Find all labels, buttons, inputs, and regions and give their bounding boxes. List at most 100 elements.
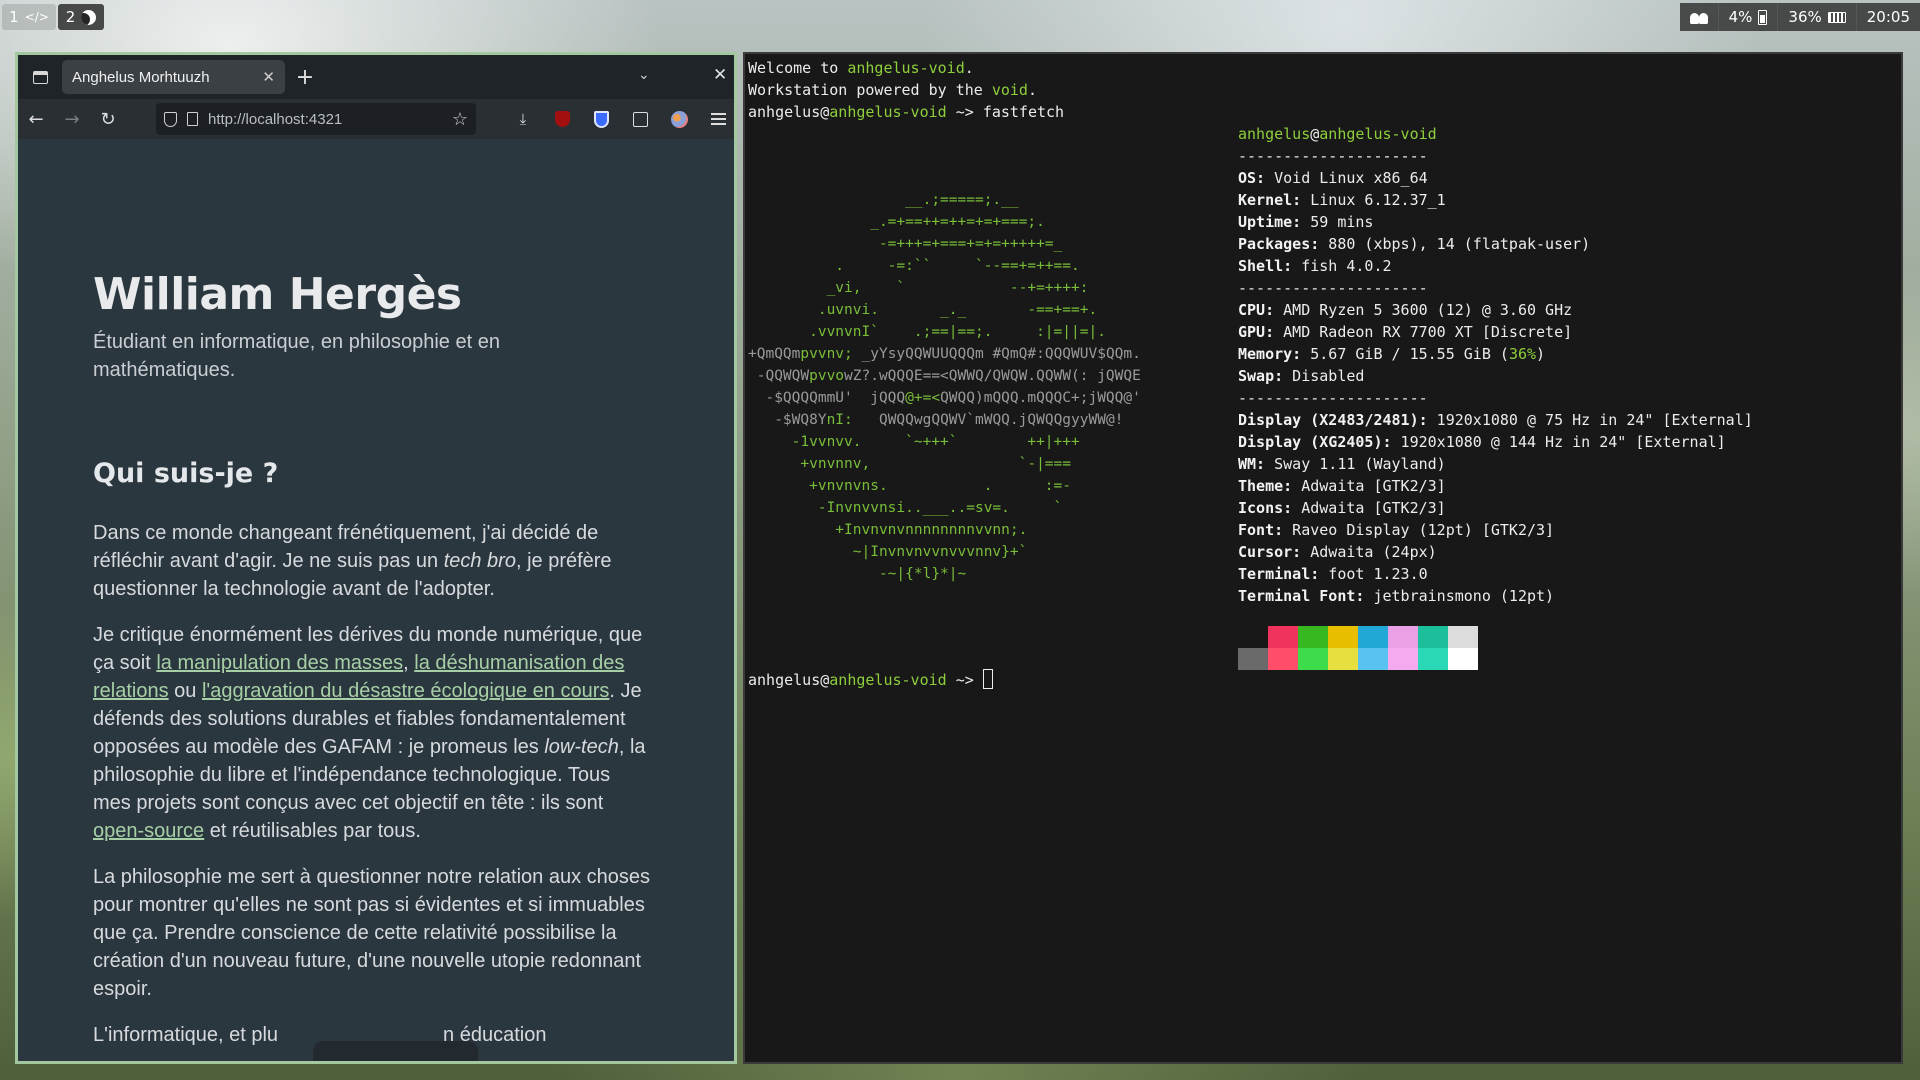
- info-row: Cursor: Adwaita (24px): [1238, 543, 1437, 561]
- logo-line: -1vvnvv. `~+++` ++|+++: [748, 434, 1080, 450]
- tab-active[interactable]: Anghelus Morhtuuzh ✕: [62, 60, 285, 94]
- palette-swatch: [1448, 648, 1478, 670]
- battery-icon: [1758, 9, 1768, 25]
- void-logo-ascii: __.;=====;.__ _.=+==++=++=+=+===;. -=+++…: [748, 189, 1141, 585]
- logo-line: -=+++=+===+=+=+++++=_: [748, 236, 1063, 252]
- logo-line: -~|{*l}*|~: [748, 566, 967, 582]
- palette-swatch: [1388, 626, 1418, 648]
- info-row: Uptime: 59 mins: [1238, 213, 1374, 231]
- section-heading: Qui suis-je ?: [93, 458, 279, 489]
- people-icon: [1689, 10, 1708, 24]
- memory-icon: [1827, 11, 1846, 23]
- shield-icon[interactable]: [164, 111, 177, 127]
- download-icon[interactable]: ⤓: [513, 109, 533, 129]
- logo-line: +vnvnvns. . :=-: [748, 478, 1072, 494]
- info-row: CPU: AMD Ryzen 5 3600 (12) @ 3.60 GHz: [1238, 301, 1573, 319]
- palette-swatch: [1418, 626, 1448, 648]
- reader-toolbar[interactable]: [313, 1041, 478, 1061]
- back-button[interactable]: ←: [18, 109, 54, 130]
- info-separator: ---------------------: [1238, 279, 1428, 297]
- logo-line: . -=:`` `--==+=++==.: [748, 258, 1080, 274]
- close-tab-icon[interactable]: ✕: [262, 68, 275, 86]
- workspace-number: 1: [9, 8, 19, 26]
- palette-swatch: [1328, 626, 1358, 648]
- logo-line: -$QQQQmmU' jQQQ@+=<QWQQ)mQQQ.mQQQC+;jWQQ…: [748, 390, 1141, 406]
- page-subtitle: Étudiant en informatique, en philosophie…: [93, 331, 500, 381]
- link-open-source[interactable]: open-source: [93, 820, 204, 842]
- browser-window: Anghelus Morhtuuzh ✕ + ⌄ ✕ ← → ↻ http://…: [15, 52, 737, 1064]
- palette-swatch: [1298, 648, 1328, 670]
- info-title: anhgelus@anhgelus-void: [1238, 125, 1437, 143]
- logo-line: ~|Invnvnvvnvvvnnv}+`: [748, 544, 1028, 560]
- workspace-1-button[interactable]: 1 </>: [2, 4, 56, 30]
- palette-swatch: [1268, 648, 1298, 670]
- info-separator: ---------------------: [1238, 147, 1428, 165]
- terminal-window[interactable]: Welcome to anhgelus-void. Workstation po…: [743, 52, 1903, 1064]
- account-avatar-icon[interactable]: [669, 109, 689, 129]
- firefox-view-button[interactable]: [18, 55, 62, 99]
- palette-swatch: [1268, 626, 1298, 648]
- workspace-2-button[interactable]: 2: [58, 4, 104, 30]
- fastfetch-info: anhgelus@anhgelus-void ------------------…: [1238, 123, 1753, 607]
- top-bar: 1 </> 2 4% 36% 20:05: [0, 0, 1920, 34]
- info-row: Theme: Adwaita [GTK2/3]: [1238, 477, 1446, 495]
- code-icon: </>: [24, 10, 49, 24]
- info-row: Font: Raveo Display (12pt) [GTK2/3]: [1238, 521, 1555, 539]
- info-row: Terminal Font: jetbrainsmono (12pt): [1238, 587, 1555, 605]
- info-row: OS: Void Linux x86_64: [1238, 169, 1428, 187]
- info-row: Display (X2483/2481): 1920x1080 @ 75 Hz …: [1238, 411, 1753, 429]
- logo-line: -Invnvvnsi..___..=sv=. `: [748, 500, 1063, 516]
- logo-line: .vvnvnI` .;==|==;. :|=||=|.: [748, 324, 1106, 340]
- color-palette: [1238, 626, 1478, 670]
- link-manipulation[interactable]: la manipulation des masses: [156, 652, 403, 674]
- notifications-widget[interactable]: [1680, 3, 1718, 31]
- logo-line: __.;=====;.__: [748, 192, 1019, 208]
- info-row: Display (XG2405): 1920x1080 @ 144 Hz in …: [1238, 433, 1726, 451]
- palette-swatch: [1238, 626, 1268, 648]
- info-row: Kernel: Linux 6.12.37_1: [1238, 191, 1446, 209]
- bitwarden-icon[interactable]: [591, 109, 611, 129]
- reload-button[interactable]: ↻: [90, 109, 126, 130]
- page-icon[interactable]: [187, 112, 198, 126]
- ublock-icon[interactable]: [552, 109, 572, 129]
- link-desastre-ecologique[interactable]: l'aggravation du désastre écologique en …: [202, 680, 609, 702]
- info-row: WM: Sway 1.11 (Wayland): [1238, 455, 1446, 473]
- paragraph-1: Dans ce monde changeant frénétiquement, …: [93, 522, 612, 600]
- palette-swatch: [1298, 626, 1328, 648]
- logo-line: .uvnvi. _._ -==+==+.: [748, 302, 1098, 318]
- logo-line: -QQWQWpvvowZ?.wQQQE==<QWWQ/QWQW.QQWW(: j…: [748, 368, 1141, 384]
- palette-swatch: [1388, 648, 1418, 670]
- clock: 20:05: [1866, 8, 1910, 26]
- battery-percent: 4%: [1728, 8, 1753, 26]
- palette-swatch: [1448, 626, 1478, 648]
- menu-icon[interactable]: [708, 109, 728, 129]
- tab-bar: Anghelus Morhtuuzh ✕ + ⌄ ✕: [18, 55, 734, 99]
- close-window-icon[interactable]: ✕: [713, 65, 727, 85]
- command-text: fastfetch: [982, 103, 1065, 121]
- paragraph-3: La philosophie me sert à questionner not…: [93, 866, 651, 1000]
- info-row: Shell: fish 4.0.2: [1238, 257, 1392, 275]
- chevron-down-icon[interactable]: ⌄: [638, 67, 650, 83]
- info-separator: ---------------------: [1238, 389, 1428, 407]
- forward-button[interactable]: →: [54, 109, 90, 130]
- page-title: William Hergès: [93, 269, 462, 320]
- url-bar[interactable]: http://localhost:4321 ☆: [156, 103, 476, 135]
- clock-widget[interactable]: 20:05: [1855, 3, 1920, 31]
- terminal-prompt[interactable]: anhgelus@anhgelus-void ~>: [748, 669, 993, 691]
- info-row-swap: Swap: Disabled: [1238, 367, 1365, 385]
- toolbar-extensions: ⤓: [513, 99, 728, 139]
- star-icon[interactable]: ☆: [452, 109, 468, 130]
- new-tab-button[interactable]: +: [285, 65, 325, 90]
- memory-widget[interactable]: 36%: [1777, 3, 1855, 31]
- palette-swatch: [1328, 648, 1358, 670]
- logo-line: _vi, ` --+=++++:: [748, 280, 1089, 296]
- text-cursor: [982, 669, 993, 689]
- logo-line: _.=+==++=++=+=+===;.: [748, 214, 1045, 230]
- url-text[interactable]: http://localhost:4321: [208, 111, 442, 128]
- logo-line: +Invnvnvnnnnnnnnvvnn;.: [748, 522, 1028, 538]
- battery-widget[interactable]: 4%: [1717, 3, 1778, 31]
- logo-line: -$WQ8YnI: QWQQwgQQWV`mWQQ.jQWQQgyyWW@!: [748, 412, 1124, 428]
- page-content: William Hergès Étudiant en informatique,…: [18, 139, 734, 1061]
- extensions-icon[interactable]: [630, 109, 650, 129]
- info-row: Terminal: foot 1.23.0: [1238, 565, 1428, 583]
